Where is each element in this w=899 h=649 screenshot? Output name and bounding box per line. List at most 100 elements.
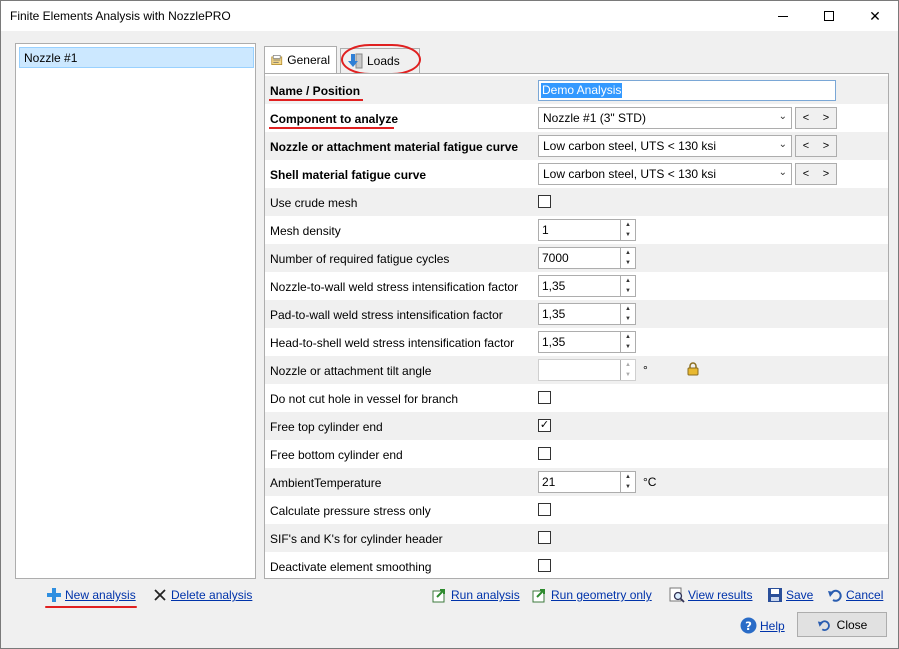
cancel-link[interactable]: Cancel xyxy=(827,587,883,603)
component-select[interactable]: Nozzle #1 (3" STD) ⌄ xyxy=(538,107,792,129)
spin-arrows[interactable]: ▲ ▼ xyxy=(620,360,635,380)
chevron-down-icon: ⌄ xyxy=(778,111,787,122)
ambient-temp-stepper[interactable]: 21 ▲ ▼ xyxy=(538,471,636,493)
spin-arrows[interactable]: ▲ ▼ xyxy=(620,304,635,324)
new-analysis-link[interactable]: New analysis xyxy=(46,587,136,603)
component-prev-button[interactable]: < xyxy=(803,112,809,124)
run-analysis-label: Run analysis xyxy=(451,588,520,602)
pad-wall-sif-label: Pad-to-wall weld stress intensification … xyxy=(270,308,503,322)
spin-up-icon: ▲ xyxy=(625,474,631,480)
shell-fatigue-value: Low carbon steel, UTS < 130 ksi xyxy=(543,167,717,181)
maximize-icon xyxy=(824,11,834,21)
pressure-only-checkbox[interactable] xyxy=(538,503,551,516)
free-top-checkbox[interactable]: ✓ xyxy=(538,419,551,432)
tab-general-label: General xyxy=(287,53,330,67)
head-shell-sif-stepper[interactable]: 1,35 ▲ ▼ xyxy=(538,331,636,353)
crude-mesh-checkbox[interactable] xyxy=(538,195,551,208)
nozzle-fatigue-value: Low carbon steel, UTS < 130 ksi xyxy=(543,139,717,153)
title-bar: Finite Elements Analysis with NozzlePRO … xyxy=(1,1,898,31)
sif-k-header-label: SIF's and K's for cylinder header xyxy=(270,532,443,546)
fatigue-cycles-value: 7000 xyxy=(542,251,569,265)
close-button[interactable]: Close xyxy=(797,612,887,637)
analysis-list[interactable]: Nozzle #1 xyxy=(15,43,256,579)
shell-fatigue-nav-buttons: < > xyxy=(795,163,837,185)
no-cut-hole-checkbox[interactable] xyxy=(538,391,551,404)
nozzle-wall-sif-stepper[interactable]: 1,35 ▲ ▼ xyxy=(538,275,636,297)
tilt-angle-unit: ° xyxy=(643,363,648,377)
fatigue-cycles-label: Number of required fatigue cycles xyxy=(270,252,450,266)
main-window: Finite Elements Analysis with NozzlePRO … xyxy=(0,0,899,649)
tab-loads[interactable]: Loads xyxy=(340,48,420,73)
row-tilt-angle: Nozzle or attachment tilt angle ▲ ▼ ° xyxy=(265,356,888,384)
chevron-down-icon: ⌄ xyxy=(778,167,787,178)
nozzle-fatigue-next-button[interactable]: > xyxy=(823,140,829,152)
maximize-button[interactable] xyxy=(806,1,852,31)
tab-general[interactable]: General xyxy=(264,46,337,73)
free-bottom-checkbox[interactable] xyxy=(538,447,551,460)
spin-down-icon: ▼ xyxy=(625,484,631,490)
spin-arrows[interactable]: ▲ ▼ xyxy=(620,248,635,268)
spin-up-icon: ▲ xyxy=(625,250,631,256)
undo-arrow-icon xyxy=(828,589,842,602)
spin-up-icon: ▲ xyxy=(625,222,631,228)
crude-mesh-label: Use crude mesh xyxy=(270,196,358,210)
tab-loads-label: Loads xyxy=(367,54,400,68)
new-analysis-label: New analysis xyxy=(65,588,136,602)
mesh-density-stepper[interactable]: 1 ▲ ▼ xyxy=(538,219,636,241)
row-name-position: Name / Position Demo Analysis xyxy=(265,76,888,104)
ambient-temp-label: AmbientTemperature xyxy=(270,476,382,490)
spin-up-icon: ▲ xyxy=(625,334,631,340)
run-analysis-link[interactable]: Run analysis xyxy=(432,587,520,603)
magnifier-icon xyxy=(669,587,685,603)
nozzle-wall-sif-value: 1,35 xyxy=(542,279,566,293)
free-top-label: Free top cylinder end xyxy=(270,420,383,434)
nozzle-fatigue-select[interactable]: Low carbon steel, UTS < 130 ksi ⌄ xyxy=(538,135,792,157)
shell-fatigue-select[interactable]: Low carbon steel, UTS < 130 ksi ⌄ xyxy=(538,163,792,185)
row-component: Component to analyze Nozzle #1 (3" STD) … xyxy=(265,104,888,132)
nozzle-fatigue-prev-button[interactable]: < xyxy=(803,140,809,152)
shell-fatigue-next-button[interactable]: > xyxy=(823,168,829,180)
row-nozzle-fatigue: Nozzle or attachment material fatigue cu… xyxy=(265,132,888,160)
lock-icon[interactable] xyxy=(686,362,700,376)
tilt-angle-stepper[interactable]: ▲ ▼ xyxy=(538,359,636,381)
plus-icon xyxy=(47,588,61,602)
delete-analysis-link[interactable]: Delete analysis xyxy=(152,587,252,603)
analysis-list-item[interactable]: Nozzle #1 xyxy=(19,47,254,68)
row-free-top: Free top cylinder end ✓ xyxy=(265,412,888,440)
spin-down-icon: ▼ xyxy=(625,344,631,350)
row-fatigue-cycles: Number of required fatigue cycles 7000 ▲… xyxy=(265,244,888,272)
spin-arrows[interactable]: ▲ ▼ xyxy=(620,220,635,240)
view-results-link[interactable]: View results xyxy=(669,587,752,603)
name-position-input[interactable]: Demo Analysis xyxy=(538,80,836,101)
close-label: Close xyxy=(836,617,868,632)
run-arrow-icon xyxy=(432,589,445,603)
fatigue-cycles-stepper[interactable]: 7000 ▲ ▼ xyxy=(538,247,636,269)
general-panel: Name / Position Demo Analysis Component … xyxy=(264,73,889,579)
tilt-angle-label: Nozzle or attachment tilt angle xyxy=(270,364,432,378)
sif-k-header-checkbox[interactable] xyxy=(538,531,551,544)
spin-arrows[interactable]: ▲ ▼ xyxy=(620,472,635,492)
spin-down-icon: ▼ xyxy=(625,232,631,238)
save-link[interactable]: Save xyxy=(767,587,813,603)
svg-text:?: ? xyxy=(745,619,752,633)
view-results-label: View results xyxy=(688,588,753,602)
component-nav-buttons: < > xyxy=(795,107,837,129)
run-geometry-link[interactable]: Run geometry only xyxy=(532,587,652,603)
run-arrow-icon xyxy=(532,589,545,603)
row-pad-wall-sif: Pad-to-wall weld stress intensification … xyxy=(265,300,888,328)
delete-x-icon xyxy=(154,589,166,601)
delete-analysis-label: Delete analysis xyxy=(171,588,253,602)
minimize-button[interactable] xyxy=(760,1,806,31)
spin-arrows[interactable]: ▲ ▼ xyxy=(620,332,635,352)
pad-wall-sif-stepper[interactable]: 1,35 ▲ ▼ xyxy=(538,303,636,325)
row-no-cut-hole: Do not cut hole in vessel for branch xyxy=(265,384,888,412)
help-link[interactable]: ? Help xyxy=(740,617,785,634)
row-deactivate-smoothing: Deactivate element smoothing xyxy=(265,552,888,580)
deactivate-smoothing-checkbox[interactable] xyxy=(538,559,551,572)
component-value: Nozzle #1 (3" STD) xyxy=(543,111,646,125)
spin-arrows[interactable]: ▲ ▼ xyxy=(620,276,635,296)
component-next-button[interactable]: > xyxy=(823,112,829,124)
close-window-button[interactable]: ✕ xyxy=(852,1,898,31)
window-title: Finite Elements Analysis with NozzlePRO xyxy=(10,9,231,23)
shell-fatigue-prev-button[interactable]: < xyxy=(803,168,809,180)
